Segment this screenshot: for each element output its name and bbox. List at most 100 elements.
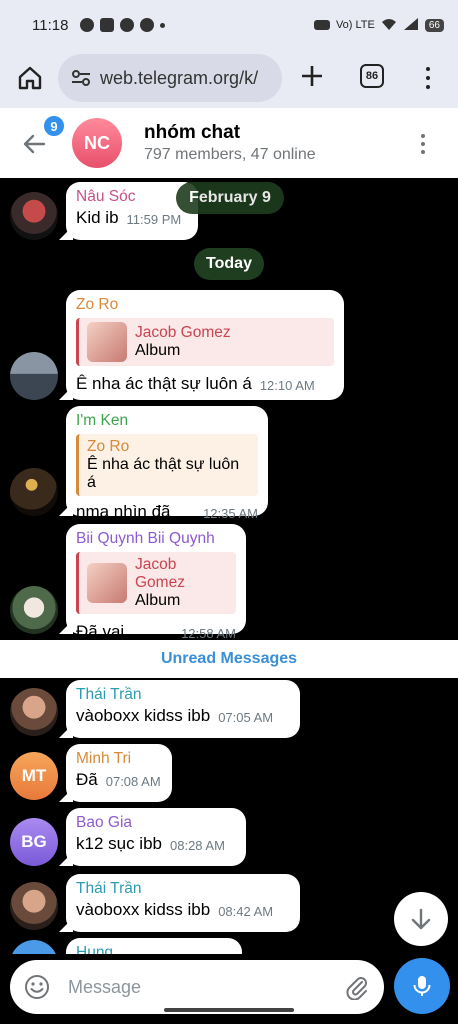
reply-text: Album <box>135 592 181 609</box>
message-bubble[interactable]: Hung <box>66 938 242 954</box>
unread-messages-divider: Unread Messages <box>0 640 458 678</box>
dot-icon <box>426 67 430 71</box>
avatar[interactable]: BG <box>10 818 58 866</box>
message-bubble[interactable]: Bao Gia k12 sục ibb 08:28 AM <box>66 808 246 866</box>
avatar[interactable] <box>10 882 58 930</box>
dot-icon <box>421 150 425 154</box>
dot-icon <box>421 142 425 146</box>
dot-icon <box>426 85 430 89</box>
reply-thumbnail <box>87 322 127 362</box>
site-settings-icon[interactable] <box>70 67 92 89</box>
message-bubble[interactable]: Zo Ro Jacob Gomez Album Ê nha ác thật sự… <box>66 290 344 400</box>
message-bubble[interactable]: I'm Ken Zo Ro Ê nha ác thật sự luôn á nm… <box>66 406 268 521</box>
sender-name[interactable]: Bao Gia <box>76 814 236 832</box>
sender-name[interactable]: Nâu Sóc <box>76 188 188 206</box>
message-text: Ê nha ác thật sự luôn á <box>76 374 252 393</box>
voice-record-button[interactable] <box>394 958 450 1014</box>
avatar[interactable] <box>10 468 58 516</box>
signal-icon <box>403 17 419 34</box>
avatar[interactable] <box>10 352 58 400</box>
chat-menu-button[interactable] <box>418 132 428 156</box>
message-bubble[interactable]: Thái Trần vàoboxx kidss ibb 07:05 AM <box>66 680 300 738</box>
reply-preview[interactable]: Jacob Gomez Album <box>76 318 334 366</box>
message-time: 07:08 AM <box>105 774 161 789</box>
reply-text: Album <box>135 342 181 359</box>
reply-thumbnail <box>87 563 127 603</box>
group-avatar[interactable]: NC <box>72 118 122 168</box>
plus-icon <box>302 66 322 86</box>
arrow-down-icon <box>411 908 431 930</box>
message-bubble[interactable]: Minh Tri Đã 07:08 AM <box>66 744 172 802</box>
avatar[interactable]: MT <box>10 752 58 800</box>
date-separator: Today <box>194 248 264 280</box>
back-button[interactable] <box>20 130 48 158</box>
message-text: Đã <box>76 770 98 789</box>
message-input-box <box>10 960 384 1014</box>
status-time: 11:18 <box>32 16 69 34</box>
sender-name[interactable]: Minh Tri <box>76 750 162 768</box>
home-button[interactable] <box>14 62 46 94</box>
chat-title[interactable]: nhóm chat <box>144 122 240 144</box>
arrow-left-icon <box>23 134 46 154</box>
message-bubble[interactable]: Bii Quynh Bii Quynh Jacob Gomez Album Đã… <box>66 524 246 641</box>
url-bar[interactable]: web.telegram.org/k/ <box>58 54 282 102</box>
notification-icons <box>80 18 166 32</box>
leaf-icon <box>140 18 155 32</box>
dot-icon <box>426 76 430 80</box>
zalo-icon <box>100 18 115 32</box>
message-bubble[interactable]: Thái Trần vàoboxx kidss ibb 08:42 AM <box>66 874 300 932</box>
reply-preview[interactable]: Zo Ro Ê nha ác thật sự luôn á <box>76 434 258 496</box>
sender-name[interactable]: Thái Trần <box>76 880 290 898</box>
attach-button[interactable] <box>344 974 370 1001</box>
avatar[interactable] <box>10 688 58 736</box>
message-time: 08:28 AM <box>170 838 225 853</box>
network-label: Vo) LTE <box>335 19 375 31</box>
paperclip-icon <box>346 977 367 1001</box>
message-input[interactable] <box>68 972 328 1002</box>
new-tab-button[interactable] <box>296 62 328 94</box>
message-text: vàoboxx kidss ibb <box>76 900 211 919</box>
sender-name[interactable]: Hung <box>76 944 232 954</box>
floating-date-badge: February 9 <box>176 182 284 214</box>
message-text: k12 sục ibb <box>76 834 162 853</box>
reply-preview[interactable]: Jacob Gomez Album <box>76 552 236 614</box>
message-time: 08:42 AM <box>218 904 274 919</box>
dot-icon <box>421 134 425 138</box>
browser-menu-button[interactable] <box>420 64 436 92</box>
chat-header: 9 NC nhóm chat 797 members, 47 online <box>0 108 458 178</box>
status-bar: 11:18 Vo) LTE 66 <box>0 0 458 50</box>
smile-icon <box>25 975 49 999</box>
vibrate-icon <box>313 20 330 30</box>
message-text: Kid ib <box>76 208 119 227</box>
sender-name[interactable]: Thái Trần <box>76 686 290 704</box>
message-time: 11:59 PM <box>126 212 182 227</box>
scroll-to-bottom-button[interactable] <box>394 892 448 946</box>
message-time: 12:10 AM <box>259 378 315 393</box>
messenger-icon <box>80 18 95 32</box>
emoji-button[interactable] <box>24 974 50 1000</box>
avatar[interactable] <box>10 586 58 634</box>
reply-author: Jacob Gomez <box>135 324 231 341</box>
message-time: 07:05 AM <box>218 710 274 725</box>
message-time: 12:35 AM <box>203 506 258 521</box>
message-list[interactable]: Nâu Sóc Kid ib 11:59 PM February 9 Today… <box>0 178 458 954</box>
url-text: web.telegram.org/k/ <box>100 67 259 88</box>
message-text: Đã vai <box>76 622 125 641</box>
more-notifications-icon <box>160 22 166 28</box>
sender-name[interactable]: Zo Ro <box>76 296 334 314</box>
browser-toolbar: web.telegram.org/k/ 86 <box>0 50 458 108</box>
avatar[interactable] <box>10 940 58 954</box>
unread-count-badge: 9 <box>42 114 66 138</box>
message-composer <box>0 954 458 1024</box>
avatar[interactable] <box>10 192 58 240</box>
reply-author: Zo Ro <box>87 438 130 455</box>
reply-author: Jacob Gomez <box>135 556 185 591</box>
home-indicator <box>164 1008 294 1012</box>
tab-switcher-button[interactable]: 86 <box>360 64 384 88</box>
sender-name[interactable]: Bii Quynh Bii Quynh <box>76 530 236 548</box>
sender-name[interactable]: I'm Ken <box>76 412 258 430</box>
wifi-icon <box>381 17 397 34</box>
microphone-icon <box>413 976 431 996</box>
message-text: vàoboxx kidss ibb <box>76 706 211 725</box>
tiktok-icon <box>120 18 135 32</box>
